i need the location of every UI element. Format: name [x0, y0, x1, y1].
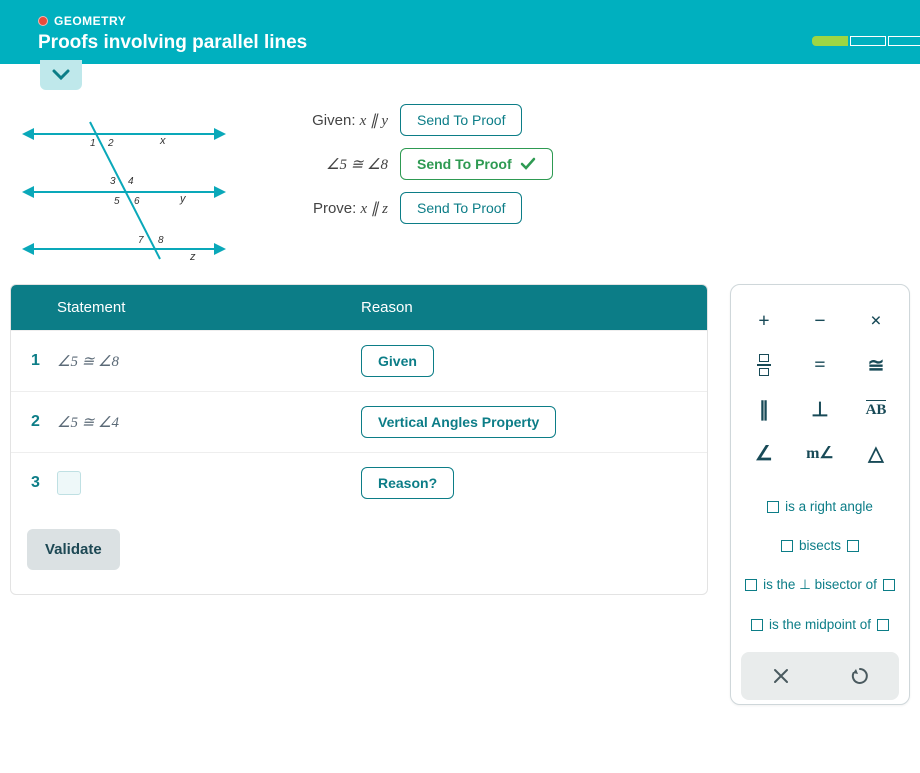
given2-math: ∠5 ≅ ∠8 — [326, 157, 388, 173]
send-label: Send To Proof — [417, 156, 512, 172]
topic-dot-icon — [38, 16, 48, 26]
row-statement[interactable] — [57, 471, 361, 495]
row-number: 3 — [31, 474, 57, 492]
given1-math: x ∥ y — [360, 113, 388, 129]
svg-text:7: 7 — [138, 235, 144, 246]
page-title: Proofs involving parallel lines — [38, 32, 882, 54]
chevron-down-icon — [52, 69, 70, 81]
statement-input[interactable] — [57, 471, 81, 495]
svg-text:6: 6 — [134, 196, 140, 207]
givens-panel: Given: x ∥ y Send To Proof ∠5 ≅ ∠8 Send … — [260, 104, 910, 236]
given2-label: ∠5 ≅ ∠8 — [260, 155, 400, 174]
proof-table: Statement Reason 1 ∠5 ≅ ∠8 Given 2 ∠5 ≅ … — [10, 284, 708, 595]
topic-badge: GEOMETRY — [38, 14, 882, 28]
validate-button[interactable]: Validate — [27, 529, 120, 570]
undo-icon — [850, 666, 870, 686]
fraction-symbol[interactable] — [741, 347, 787, 383]
table-row: 3 Reason? — [11, 452, 707, 513]
angle-symbol[interactable]: ∠ — [741, 435, 787, 471]
parallel-symbol[interactable]: ∥ — [741, 391, 787, 427]
template-bisects[interactable]: bisects — [741, 526, 899, 565]
template-label: bisects — [799, 538, 841, 553]
send-to-proof-given2[interactable]: Send To Proof — [400, 148, 553, 180]
template-list: is a right angle bisects is the ⊥ bisect… — [741, 487, 899, 644]
row-statement[interactable]: ∠5 ≅ ∠8 — [57, 352, 361, 371]
col-reason-header: Reason — [361, 299, 687, 316]
symbol-tool-panel: + − × = ≅ ∥ ⊥ AB ∠ m∠ △ is a right angle — [730, 284, 910, 705]
slot-icon — [767, 501, 779, 513]
col-statement-header: Statement — [57, 299, 361, 316]
clear-button[interactable] — [741, 652, 820, 700]
progress-bar — [812, 36, 920, 46]
table-row: 2 ∠5 ≅ ∠4 Vertical Angles Property — [11, 391, 707, 452]
template-midpoint[interactable]: is the midpoint of — [741, 605, 899, 644]
prove-label: Prove: x ∥ z — [260, 199, 400, 218]
svg-text:3: 3 — [110, 176, 116, 187]
template-perp-bisector[interactable]: is the ⊥ bisector of — [741, 565, 899, 605]
check-icon — [520, 157, 536, 171]
slot-icon — [751, 619, 763, 631]
row-statement[interactable]: ∠5 ≅ ∠4 — [57, 413, 361, 432]
tool-footer — [741, 652, 899, 700]
hint-dropdown-button[interactable] — [40, 60, 82, 90]
plus-symbol[interactable]: + — [741, 303, 787, 339]
svg-text:1: 1 — [90, 138, 96, 149]
header: GEOMETRY Proofs involving parallel lines — [0, 0, 920, 64]
table-row: 1 ∠5 ≅ ∠8 Given — [11, 330, 707, 391]
row-number: 1 — [31, 352, 57, 370]
svg-text:8: 8 — [158, 235, 164, 246]
reason-button[interactable]: Given — [361, 345, 434, 377]
reason-button[interactable]: Reason? — [361, 467, 454, 499]
minus-symbol[interactable]: − — [797, 303, 843, 339]
svg-text:2: 2 — [107, 138, 114, 149]
equals-symbol[interactable]: = — [797, 347, 843, 383]
times-symbol[interactable]: × — [853, 303, 899, 339]
progress-seg-3 — [888, 36, 920, 46]
measure-angle-symbol[interactable]: m∠ — [797, 435, 843, 471]
template-label: is the midpoint of — [769, 617, 871, 632]
send-to-proof-given1[interactable]: Send To Proof — [400, 104, 522, 136]
send-to-proof-prove[interactable]: Send To Proof — [400, 192, 522, 224]
undo-button[interactable] — [820, 652, 899, 700]
progress-seg-2 — [850, 36, 886, 46]
symbol-grid: + − × = ≅ ∥ ⊥ AB ∠ m∠ △ — [741, 303, 899, 471]
slot-icon — [781, 540, 793, 552]
progress-seg-1 — [812, 36, 848, 46]
slot-icon — [883, 579, 895, 591]
prove-math: x ∥ z — [361, 201, 389, 217]
triangle-symbol[interactable]: △ — [853, 435, 899, 471]
slot-icon — [877, 619, 889, 631]
segment-symbol[interactable]: AB — [853, 391, 899, 427]
svg-text:y: y — [179, 193, 187, 205]
perpendicular-symbol[interactable]: ⊥ — [797, 391, 843, 427]
slot-icon — [745, 579, 757, 591]
congruent-symbol[interactable]: ≅ — [853, 347, 899, 383]
template-label: is a right angle — [785, 499, 873, 514]
given-label: Given: x ∥ y — [260, 111, 400, 130]
topic-label: GEOMETRY — [54, 14, 126, 28]
svg-text:x: x — [159, 135, 166, 147]
row-number: 2 — [31, 413, 57, 431]
svg-text:4: 4 — [128, 176, 134, 187]
svg-text:5: 5 — [114, 196, 120, 207]
geometry-diagram: x y z 1 2 3 4 5 6 7 8 — [10, 104, 230, 264]
slot-icon — [847, 540, 859, 552]
close-icon — [772, 667, 790, 685]
svg-text:z: z — [189, 251, 196, 263]
reason-button[interactable]: Vertical Angles Property — [361, 406, 556, 438]
template-label: is the ⊥ bisector of — [763, 577, 877, 593]
proof-table-header: Statement Reason — [11, 285, 707, 330]
template-right-angle[interactable]: is a right angle — [741, 487, 899, 526]
